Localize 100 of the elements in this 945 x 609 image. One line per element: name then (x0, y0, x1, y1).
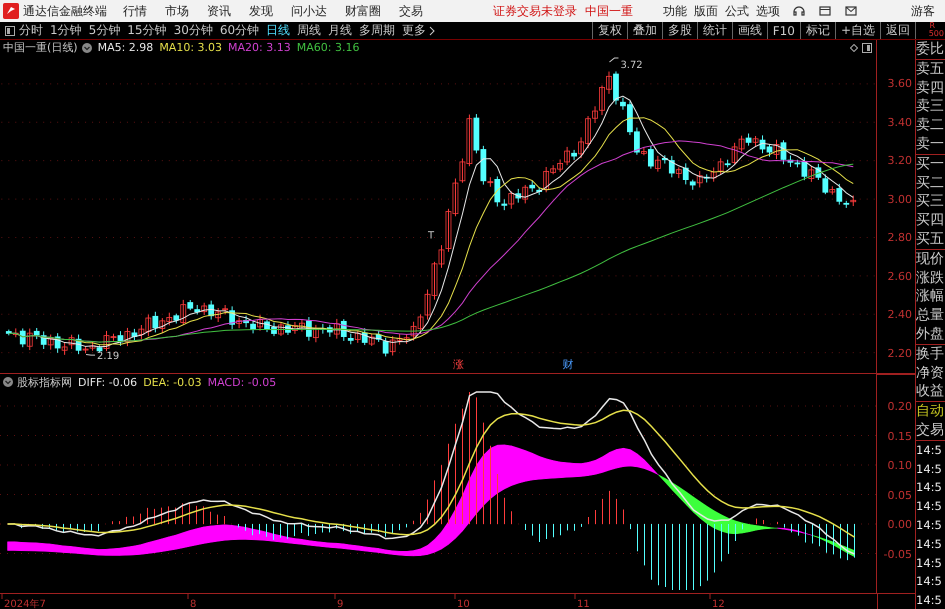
period-tab[interactable]: 1分钟 (50, 22, 82, 39)
trade-time: 14:5 (916, 536, 943, 553)
quote-field-label: 买五 (916, 230, 945, 249)
corner-label: R (929, 22, 935, 30)
indicator-value: MA5: 2.98 (98, 41, 154, 54)
axis-label: 2.20 (888, 346, 912, 362)
headset-icon[interactable] (792, 4, 806, 18)
panel-toggle-icon[interactable] (5, 26, 15, 36)
diamond-icon[interactable] (850, 44, 858, 52)
menu-item[interactable]: 财富圈 (345, 2, 381, 20)
axis-label: 0.10 (888, 458, 912, 474)
period-tab[interactable]: 30分钟 (174, 22, 213, 39)
date-label: 11 (577, 599, 590, 609)
period-tab[interactable]: 60分钟 (220, 22, 260, 39)
chart-title: 股标指标网 (17, 374, 72, 390)
mode-label[interactable]: 自动 (916, 402, 945, 421)
quote-field-label: 卖一 (916, 134, 945, 154)
axis-label: 3.00 (888, 192, 912, 208)
period-tab[interactable]: 月线 (328, 22, 352, 39)
leader-line (86, 354, 96, 356)
quote-field-label: 买二 (916, 174, 945, 192)
quote-field-label: 涨幅 (916, 287, 945, 306)
dropdown-icon[interactable] (82, 42, 92, 53)
panel-toggle-icon[interactable] (862, 42, 872, 53)
trade-time: 14:5 (916, 442, 943, 459)
menu-item[interactable]: 问小达 (291, 2, 327, 20)
window-icon[interactable] (818, 4, 832, 18)
axis-label: 3.40 (888, 114, 912, 130)
quote-field-label: 卖二 (916, 116, 945, 135)
trade-time: 14:5 (916, 516, 943, 534)
period-tab[interactable]: 更多 (402, 22, 426, 39)
axis-label: 2.80 (888, 230, 912, 246)
period-tab[interactable]: 分时 (19, 22, 43, 39)
date-label: 10 (457, 599, 470, 609)
indicator-value: MA60: 3.16 (296, 41, 360, 54)
quote-field-label: 委比 (916, 40, 945, 59)
indicator-value: MA10: 3.03 (159, 41, 222, 54)
indicator-value: DEA: -0.03 (143, 376, 202, 388)
trade-time: 14:5 (916, 592, 943, 609)
menu-item[interactable]: 市场 (165, 2, 189, 20)
menu-item[interactable]: 版面 (694, 2, 718, 20)
axis-label: 0.05 (888, 488, 912, 504)
period-tab[interactable]: 周线 (297, 22, 322, 39)
date-label: 9 (337, 599, 344, 609)
quote-field-label: 卖四 (916, 78, 945, 98)
trade-time: 14:5 (916, 498, 943, 516)
indicator-value: DIFF: -0.06 (78, 376, 138, 388)
axis-label: -0.05 (884, 546, 912, 562)
axis-label: 3.20 (888, 153, 912, 169)
chart-title: 中国一重(日线) (3, 40, 78, 56)
trade-time: 14:5 (916, 573, 943, 590)
logo-icon (3, 3, 19, 19)
quote-field-label: 涨跌 (916, 268, 945, 288)
quote-field-label: 总量 (916, 306, 945, 325)
leader-line (608, 57, 619, 62)
quote-field-label: 净资 (916, 364, 945, 382)
trade-time: 14:5 (916, 554, 943, 572)
menu-item[interactable]: 交易 (399, 2, 423, 20)
menu-item[interactable]: 选项 (756, 2, 780, 20)
mail-icon[interactable] (844, 4, 858, 18)
event-marker: 涨 (452, 358, 464, 372)
event-marker: 财 (562, 358, 574, 372)
dropdown-icon[interactable] (3, 377, 13, 387)
period-tab[interactable]: 5分钟 (88, 22, 120, 39)
quote-field-label: 卖三 (916, 97, 945, 116)
signal-mark: T (428, 230, 434, 242)
indicator-value: MA20: 3.13 (228, 41, 291, 54)
menu-item[interactable]: 行情 (123, 2, 147, 20)
date-label: 8 (190, 599, 196, 609)
date-label: 2024年7 (4, 599, 46, 609)
menu-item[interactable]: 发现 (249, 2, 273, 20)
low-price-label: 2.19 (97, 351, 120, 362)
quote-field-label: 买四 (916, 211, 945, 230)
login-status[interactable]: 证券交易未登录 (493, 2, 577, 20)
period-tab[interactable]: 多周期 (359, 22, 396, 39)
axis-label: 0.15 (888, 428, 912, 444)
high-price-label: 3.72 (620, 60, 643, 71)
user-name[interactable]: 游客 (911, 2, 935, 20)
axis-label: 2.40 (888, 307, 912, 323)
chevron-icon[interactable] (429, 26, 436, 36)
quote-field-label: 外盘 (916, 324, 945, 344)
menu-item[interactable]: 资讯 (207, 2, 231, 20)
trade-time: 14:5 (916, 479, 943, 496)
corner-label: 500 (928, 30, 944, 38)
quote-field-label: 买三 (916, 192, 945, 212)
date-label: 12 (712, 599, 725, 609)
trade-label: 交易 (916, 420, 945, 440)
axis-label: 0.20 (888, 399, 912, 415)
menu-item[interactable]: 公式 (725, 2, 749, 20)
stock-name: 中国一重 (585, 2, 633, 20)
quote-field-label: 买一 (916, 154, 945, 174)
axis-label: 0.00 (888, 517, 912, 533)
quote-field-label: 卖五 (916, 60, 945, 79)
axis-label: 2.60 (888, 268, 912, 284)
period-tab[interactable]: 15分钟 (127, 22, 167, 39)
menu-item[interactable]: 功能 (663, 2, 687, 20)
period-tab[interactable]: 日线 (266, 22, 290, 39)
trade-time: 14:5 (916, 460, 943, 478)
axis-label: 3.60 (888, 76, 912, 92)
indicator-value: MACD: -0.05 (208, 376, 276, 388)
